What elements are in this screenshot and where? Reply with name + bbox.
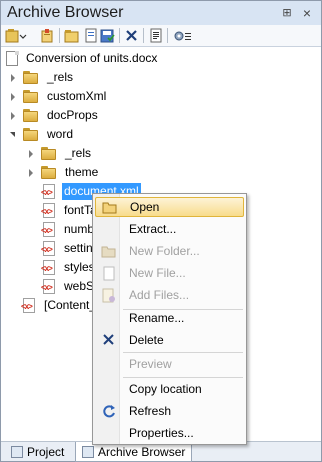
xml-file-icon: <x> (41, 221, 57, 238)
expand-arrow-icon[interactable] (9, 73, 18, 82)
title-bar: Archive Browser ⊞ × (1, 1, 321, 25)
folder-icon (23, 127, 40, 142)
toolbar-separator (167, 28, 168, 43)
folder-icon (23, 70, 40, 85)
xml-file-icon: <x> (41, 240, 57, 257)
document-icon (5, 50, 19, 67)
menu-item-new-file[interactable]: New File... (95, 263, 244, 283)
expand-arrow-icon[interactable] (27, 149, 36, 158)
folder-icon (23, 89, 40, 104)
save-icon[interactable] (99, 27, 115, 44)
context-menu: Open Extract... New Folder... New File..… (92, 193, 247, 445)
tree-item-label: docProps (47, 108, 98, 122)
tab-project[interactable]: Project (5, 442, 70, 462)
refresh-icon (95, 401, 122, 421)
xml-file-icon: <x> (41, 278, 57, 295)
folder-icon (23, 108, 40, 123)
xml-file-icon: <x> (41, 202, 57, 219)
delete-icon[interactable] (124, 27, 140, 44)
menu-item-preview[interactable]: Preview (95, 354, 244, 374)
menu-item-properties[interactable]: Properties... (95, 423, 244, 443)
toolbar-separator (143, 28, 144, 43)
menu-item-label: Add Files... (129, 288, 190, 302)
menu-item-label: Preview (129, 357, 172, 371)
menu-item-label: Open (130, 200, 160, 214)
tree-item-theme[interactable]: theme (27, 163, 100, 182)
menu-item-copy-location[interactable]: Copy location (95, 379, 244, 399)
tree-root[interactable]: Conversion of units.docx (5, 49, 159, 68)
document-icon[interactable] (83, 27, 99, 44)
menu-item-label: Properties... (129, 426, 194, 440)
new-folder-icon (95, 241, 122, 261)
tree-item-customxml[interactable]: customXml (9, 87, 108, 106)
settings-icon[interactable] (172, 27, 194, 44)
menu-item-add-files[interactable]: Add Files... (95, 285, 244, 305)
menu-item-label: Delete (129, 333, 164, 347)
tree-item-label: [Content_ (44, 298, 97, 312)
menu-separator (123, 352, 243, 353)
expand-arrow-icon[interactable] (9, 111, 18, 120)
add-files-icon (95, 285, 122, 305)
open-folder-icon (96, 197, 123, 217)
menu-item-label: Copy location (129, 382, 202, 396)
archive-icon (82, 445, 94, 458)
tab-label: Project (27, 445, 65, 459)
menu-icon-placeholder (95, 423, 122, 443)
menu-icon-placeholder (95, 219, 122, 239)
tree-item-fonttable[interactable]: <x> fontTa (41, 201, 99, 220)
folder-icon (41, 165, 58, 180)
tree-item-label: word (47, 127, 74, 141)
menu-item-rename[interactable]: Rename... (95, 308, 244, 328)
menu-item-delete[interactable]: Delete (95, 330, 244, 350)
menu-item-label: Extract... (129, 222, 177, 236)
new-archive-icon[interactable] (5, 27, 27, 44)
add-files-icon[interactable] (40, 27, 56, 44)
folder-icon (41, 146, 58, 161)
menu-item-extract[interactable]: Extract... (95, 219, 244, 239)
tab-label: Archive Browser (98, 444, 186, 459)
toolbar (1, 25, 321, 47)
menu-item-label: New Folder... (129, 244, 200, 258)
project-icon (11, 446, 23, 458)
close-icon[interactable]: × (300, 6, 314, 20)
xml-file-icon: <x> (41, 259, 57, 276)
menu-item-refresh[interactable]: Refresh (95, 401, 244, 421)
tree-item-label: theme (65, 165, 99, 179)
tree-item-docprops[interactable]: docProps (9, 106, 100, 125)
xml-file-icon: <x> (41, 183, 57, 200)
tree-item-label: _rels (65, 146, 92, 160)
tab-archive-browser[interactable]: Archive Browser (75, 442, 193, 462)
collapse-arrow-icon[interactable] (9, 130, 18, 139)
menu-item-label: New File... (129, 266, 186, 280)
expand-arrow-icon[interactable] (9, 92, 18, 101)
menu-separator (123, 377, 243, 378)
properties-icon[interactable] (148, 27, 164, 44)
menu-icon-placeholder (95, 354, 122, 374)
menu-item-label: Rename... (129, 311, 185, 325)
new-file-icon (95, 263, 122, 283)
toolbar-separator (119, 28, 120, 43)
window-title: Archive Browser (7, 4, 124, 21)
tree-item-word-rels[interactable]: _rels (27, 144, 93, 163)
menu-item-new-folder[interactable]: New Folder... (95, 241, 244, 261)
pin-icon[interactable]: ⊞ (280, 6, 294, 20)
menu-item-open[interactable]: Open (95, 197, 244, 217)
folder-icon[interactable] (64, 27, 80, 44)
xml-file-icon: <x> (21, 297, 37, 314)
tree-root-label: Conversion of units.docx (26, 51, 158, 65)
tree-item-label: customXml (47, 89, 107, 103)
tree-item-label: _rels (47, 70, 74, 84)
tree-item-rels[interactable]: _rels (9, 68, 75, 87)
tree-item-word[interactable]: word (9, 125, 75, 144)
menu-icon-placeholder (95, 308, 122, 328)
expand-arrow-icon[interactable] (27, 168, 36, 177)
menu-item-label: Refresh (129, 404, 172, 418)
archive-browser-window: Archive Browser ⊞ × Conversion of units.… (0, 0, 322, 462)
toolbar-separator (59, 28, 60, 43)
tree-item-content-types[interactable]: <x> [Content_ (21, 296, 98, 315)
menu-icon-placeholder (95, 379, 122, 399)
delete-icon (95, 330, 122, 350)
